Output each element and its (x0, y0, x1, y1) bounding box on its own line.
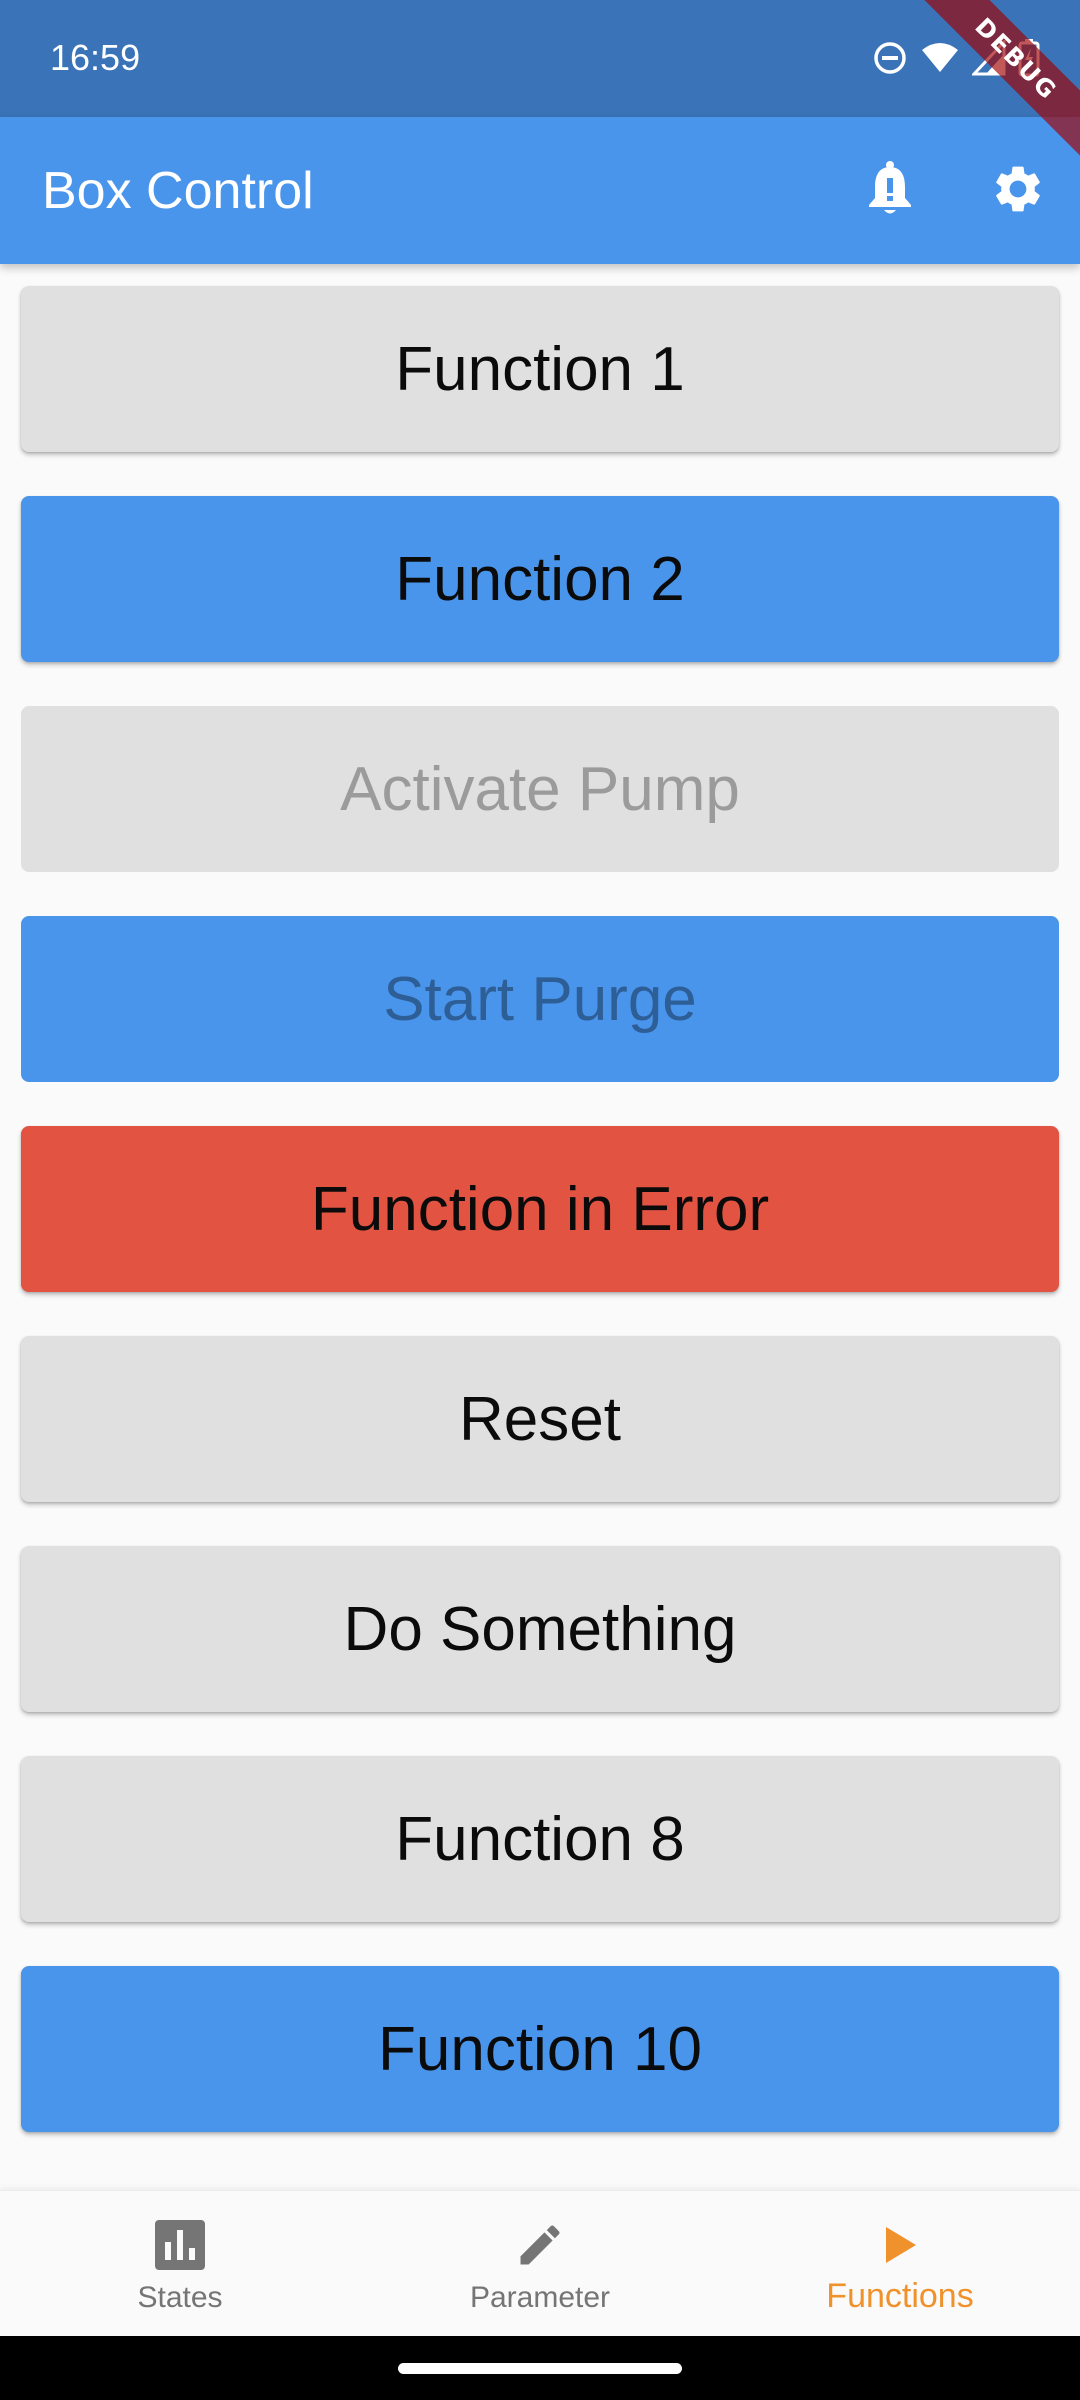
cell-signal-icon (972, 40, 1006, 76)
system-navigation-bar (0, 2336, 1080, 2400)
do-something-button[interactable]: Do Something (21, 1546, 1059, 1712)
pencil-icon (512, 2217, 568, 2273)
notifications-button[interactable] (852, 153, 928, 229)
nav-label-states: States (137, 2281, 223, 2314)
nav-item-functions[interactable]: Functions (720, 2191, 1080, 2337)
status-time: 16:59 (50, 37, 141, 78)
nav-label-functions: Functions (826, 2277, 974, 2315)
play-icon (872, 2217, 928, 2273)
reset-button[interactable]: Reset (21, 1336, 1059, 1502)
wifi-icon (920, 40, 960, 76)
function-in-error-button[interactable]: Function in Error (21, 1126, 1059, 1292)
nav-item-parameter[interactable]: Parameter (360, 2191, 720, 2337)
do-not-disturb-icon (872, 40, 908, 76)
bar-chart-icon (152, 2217, 208, 2273)
status-bar: 16:59 (0, 0, 1080, 117)
function-2-button[interactable]: Function 2 (21, 496, 1059, 662)
battery-charging-icon (1018, 39, 1040, 77)
bell-icon (865, 160, 915, 223)
start-purge-button[interactable]: Start Purge (21, 916, 1059, 1082)
activate-pump-button[interactable]: Activate Pump (21, 706, 1059, 872)
page-title: Box Control (42, 162, 314, 220)
function-10-button[interactable]: Function 10 (21, 1966, 1059, 2132)
functions-list: Function 1 Function 2 Activate Pump Star… (0, 264, 1080, 2190)
bottom-navigation: States Parameter Functions (0, 2190, 1080, 2337)
nav-label-parameter: Parameter (469, 2281, 611, 2314)
settings-button[interactable] (980, 153, 1056, 229)
app-bar: Box Control (0, 117, 1080, 264)
function-1-button[interactable]: Function 1 (21, 286, 1059, 452)
gear-icon (990, 161, 1046, 222)
function-8-button[interactable]: Function 8 (21, 1756, 1059, 1922)
nav-item-states[interactable]: States (0, 2191, 360, 2337)
status-icons (872, 36, 1040, 80)
gesture-handle[interactable] (398, 2363, 682, 2374)
